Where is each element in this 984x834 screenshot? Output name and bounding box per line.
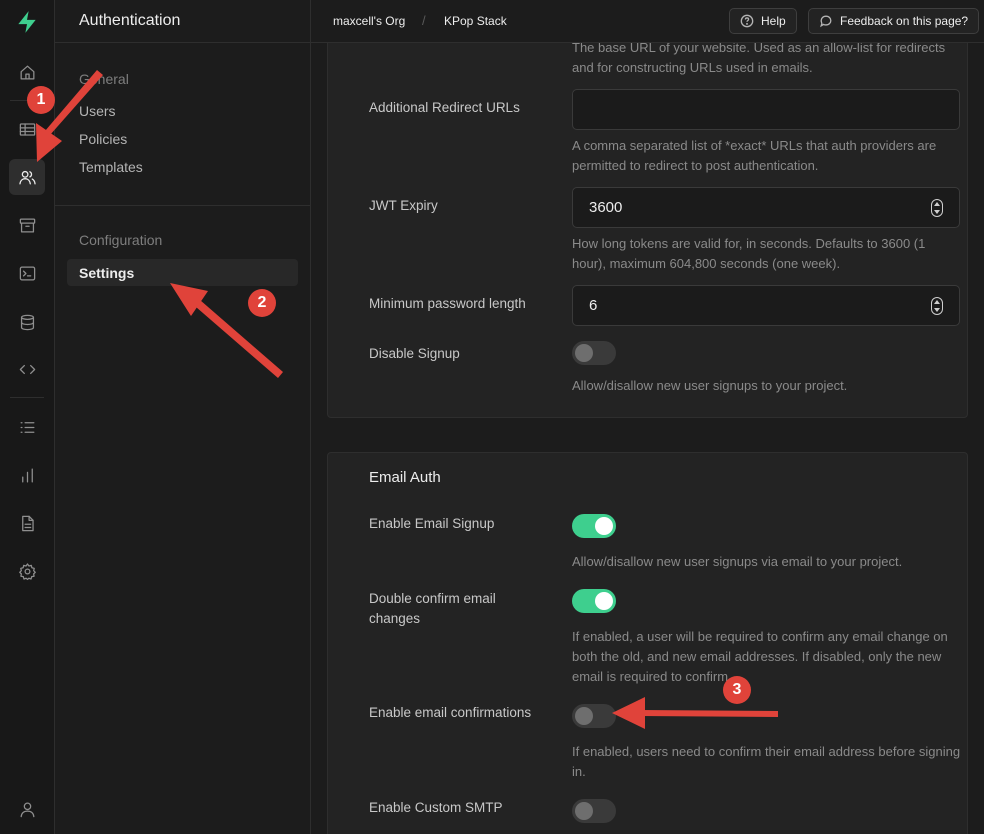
feedback-button[interactable]: Feedback on this page? [808,8,980,34]
custom-smtp-label: Enable Custom SMTP [369,800,503,815]
redirect-urls-label: Additional Redirect URLs [369,100,520,115]
list-icon[interactable] [9,409,45,445]
sidebar-item-settings[interactable]: Settings [67,259,298,286]
enable-email-signup-help: Allow/disallow new user signups via emai… [572,554,903,569]
double-confirm-help: If enabled, a user will be required to c… [572,629,948,684]
code-icon[interactable] [9,351,45,387]
double-confirm-label: Double confirm email changes [369,591,496,626]
top-bar: maxcell's Org / KPop Stack Help Feedback… [311,0,984,43]
enable-email-signup-label: Enable Email Signup [369,516,495,531]
general-settings-panel: The base URL of your website. Used as an… [327,43,968,418]
email-confirmations-help: If enabled, users need to confirm their … [572,744,961,779]
email-confirmations-toggle[interactable] [572,704,616,728]
auth-sidebar: Authentication General Users Policies Te… [55,0,311,834]
icon-rail [0,0,55,834]
jwt-expiry-help: How long tokens are valid for, in second… [572,236,926,271]
users-icon[interactable] [9,159,45,195]
breadcrumb-separator: / [422,13,426,28]
min-password-label: Minimum password length [369,296,526,311]
terminal-icon[interactable] [9,255,45,291]
disable-signup-toggle[interactable] [572,341,616,365]
feedback-label: Feedback on this page? [840,14,969,28]
account-icon[interactable] [9,791,45,827]
redirect-urls-input[interactable] [572,89,960,130]
jwt-expiry-stepper-icon[interactable] [931,198,943,217]
sidebar-item-templates[interactable]: Templates [79,159,143,175]
help-label: Help [761,14,786,28]
annotation-badge-2: 2 [248,289,276,317]
sidebar-title: Authentication [55,0,310,43]
email-auth-title: Email Auth [369,469,441,486]
settings-content: The base URL of your website. Used as an… [311,43,984,834]
home-icon[interactable] [9,54,45,90]
email-confirmations-label: Enable email confirmations [369,705,532,720]
enable-email-signup-toggle[interactable] [572,514,616,538]
min-password-stepper-icon[interactable] [931,296,943,315]
sidebar-group-general: General [79,71,129,87]
disable-signup-help: Allow/disallow new user signups to your … [572,378,848,393]
settings-icon[interactable] [9,553,45,589]
double-confirm-toggle[interactable] [572,589,616,613]
jwt-expiry-label: JWT Expiry [369,198,438,213]
disable-signup-label: Disable Signup [369,346,460,361]
custom-smtp-toggle[interactable] [572,799,616,823]
annotation-badge-3: 3 [723,676,751,704]
jwt-expiry-input[interactable]: 3600 [572,187,960,228]
min-password-input[interactable]: 6 [572,285,960,326]
docs-icon[interactable] [9,505,45,541]
breadcrumb-org[interactable]: maxcell's Org [333,14,405,28]
supabase-logo-icon[interactable] [9,4,45,40]
storage-icon[interactable] [9,207,45,243]
database-icon[interactable] [9,304,45,340]
annotation-badge-1: 1 [27,86,55,114]
help-button[interactable]: Help [729,8,797,34]
sidebar-item-users[interactable]: Users [79,103,116,119]
breadcrumb-project[interactable]: KPop Stack [444,14,507,28]
site-url-help: The base URL of your website. Used as an… [572,43,946,75]
reports-icon[interactable] [9,457,45,493]
sidebar-group-configuration: Configuration [79,232,163,248]
email-auth-panel: Email Auth Enable Email Signup Allow/dis… [327,452,968,834]
chat-bubble-icon [820,15,832,28]
table-editor-icon[interactable] [9,111,45,147]
sidebar-item-policies[interactable]: Policies [79,131,127,147]
min-password-value: 6 [589,297,598,314]
help-circle-icon [740,14,754,28]
jwt-expiry-value: 3600 [589,199,623,216]
redirect-urls-help: A comma separated list of *exact* URLs t… [572,138,937,173]
